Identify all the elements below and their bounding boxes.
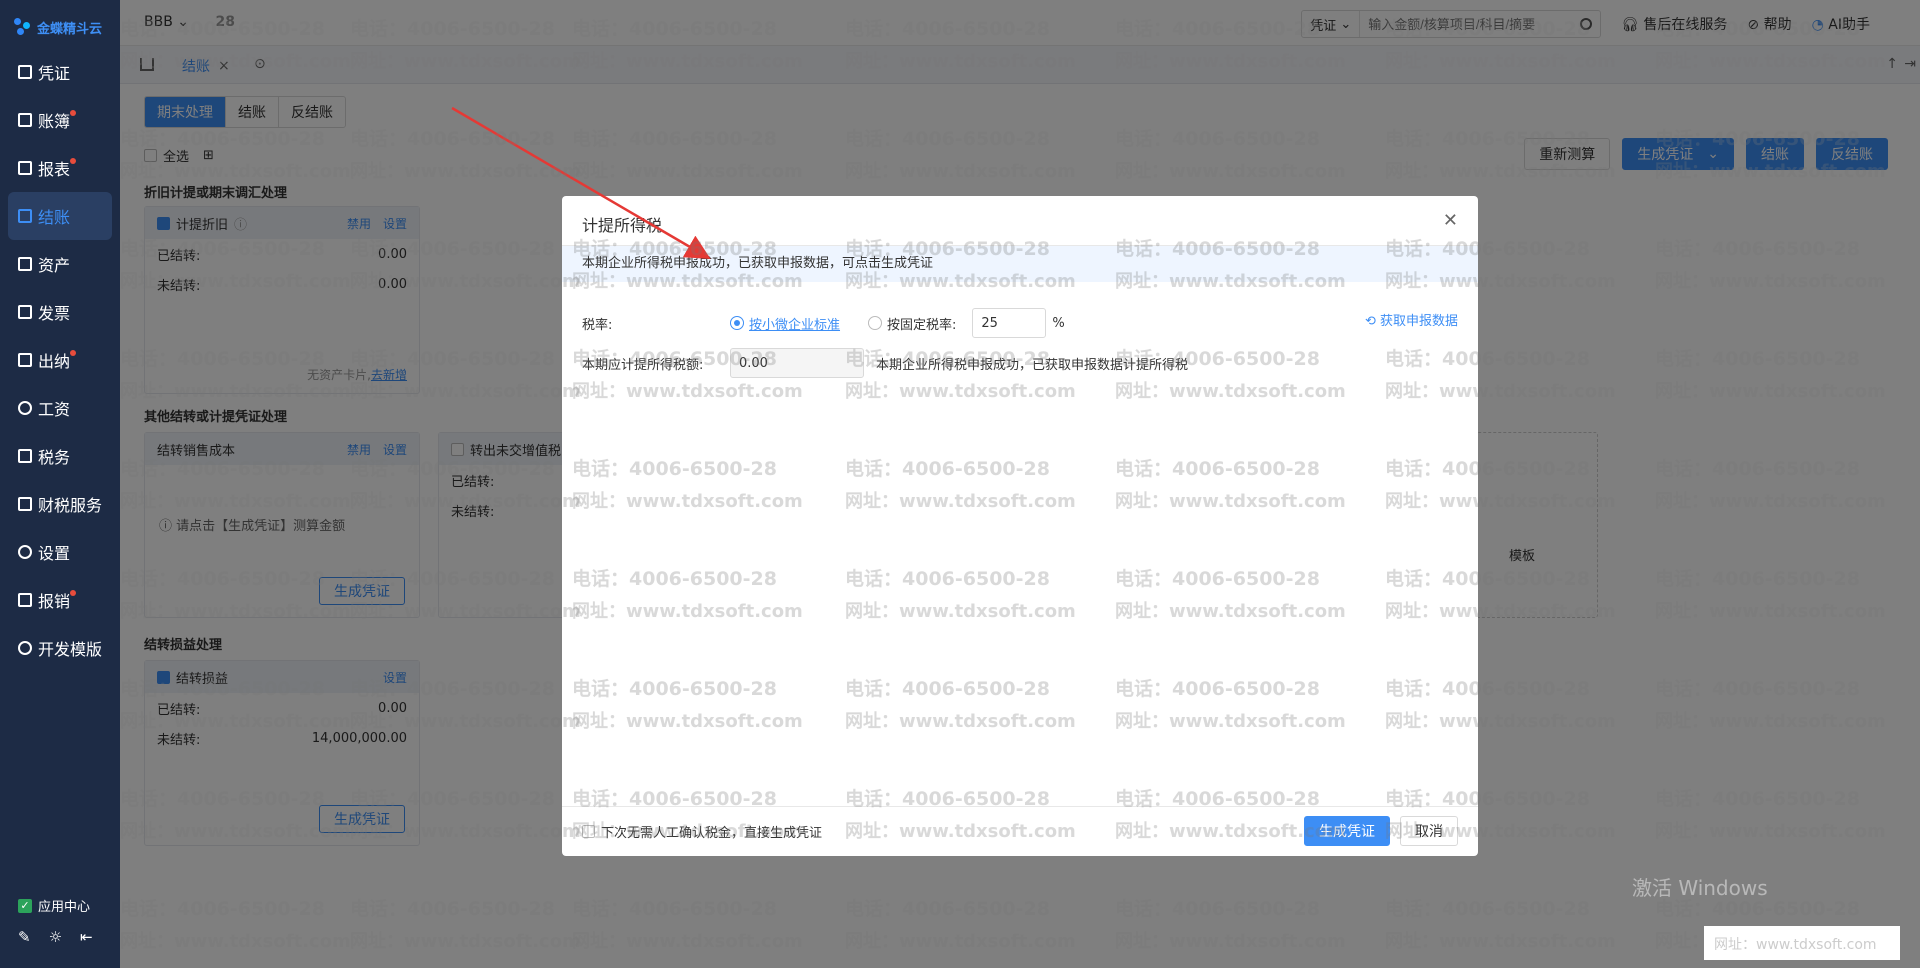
rate-input[interactable]: 25 (972, 308, 1047, 338)
finance-service-icon (18, 497, 32, 511)
income-tax-dialog: 计提所得税 ✕ 本期企业所得税申报成功，已获取申报数据，可点击生成凭证 税率: … (562, 196, 1478, 856)
close-icon[interactable]: ✕ (1443, 210, 1458, 231)
invoice-icon (18, 305, 32, 319)
voucher-icon (18, 65, 32, 79)
sidebar-item-label: 账簿 (38, 112, 71, 131)
logo-text: 金蝶精斗云 (37, 21, 103, 37)
sidebar-item-cashier[interactable]: 出纳 (0, 336, 120, 384)
radio-fixed-rate-dot[interactable] (868, 316, 883, 330)
amount-row: 本期应计提所得税额: 0.00 本期企业所得税申报成功，已获取申报数据计提所得税 (582, 348, 1188, 378)
refresh-icon: ⟲ (1364, 314, 1376, 329)
watermark-strip: 网址：www.tdxsoft.com (1704, 926, 1900, 960)
no-confirm-option[interactable]: 下次无需人工确认税金，直接生成凭证 (582, 822, 822, 841)
collapse-icon[interactable]: ⇤ (80, 928, 93, 946)
sidebar-item-settings[interactable]: 设置 (0, 528, 120, 576)
sidebar-item-label: 开发模版 (38, 640, 103, 659)
no-confirm-checkbox[interactable] (582, 825, 595, 838)
sidebar-item-closing[interactable]: 结账 (8, 192, 112, 240)
sidebar-item-expense[interactable]: 报销 (0, 576, 120, 624)
app-root: 金蝶精斗云 凭证 账簿 报表 结账 资产 发票 出纳 工资 税务 财税服务 设置… (0, 0, 1920, 968)
fetch-declaration-link[interactable]: ⟲ 获取申报数据 (1365, 310, 1458, 329)
sidebar-item-finance-service[interactable]: 财税服务 (0, 480, 120, 528)
sidebar-item-label: 报销 (38, 592, 71, 611)
ledger-icon (18, 113, 32, 127)
generate-voucher-button[interactable]: 生成凭证 (1304, 816, 1390, 846)
expense-icon (18, 593, 32, 607)
sidebar-item-label: 发票 (38, 304, 71, 323)
closing-icon (18, 209, 32, 223)
sidebar-item-label: 凭证 (38, 64, 71, 83)
notification-dot (70, 590, 76, 596)
notification-dot (70, 350, 76, 356)
sun-icon[interactable]: ☼ (49, 928, 62, 946)
sidebar: 金蝶精斗云 凭证 账簿 报表 结账 资产 发票 出纳 工资 税务 财税服务 设置… (0, 0, 120, 968)
cancel-button[interactable]: 取消 (1400, 816, 1458, 846)
radio-fixed-rate-label[interactable]: 按固定税率: (887, 314, 956, 333)
notification-dot (70, 158, 76, 164)
sidebar-item-ledger[interactable]: 账簿 (0, 96, 120, 144)
sidebar-item-dev-template[interactable]: 开发模版 (0, 624, 120, 672)
sidebar-item-label: 结账 (38, 208, 71, 227)
info-icon (18, 641, 32, 655)
sidebar-item-label: 税务 (38, 448, 71, 467)
sidebar-item-label: 财税服务 (38, 496, 103, 515)
sidebar-item-payroll[interactable]: 工资 (0, 384, 120, 432)
divider (562, 806, 1478, 807)
sidebar-bottom-tools: ✎ ☼ ⇤ (18, 928, 93, 946)
amount-label: 本期应计提所得税额: (582, 357, 704, 373)
gear-icon (18, 545, 32, 559)
fetch-label: 获取申报数据 (1379, 314, 1458, 329)
radio-small-business-dot[interactable] (730, 316, 744, 330)
rate-row: 税率: 按小微企业标准 按固定税率: 25 % (582, 308, 1065, 338)
radio-small-business[interactable]: 按小微企业标准 (730, 314, 840, 333)
tax-icon (18, 449, 32, 463)
logo-icon (14, 18, 32, 36)
app-center-label: 应用中心 (38, 900, 91, 915)
report-icon (18, 161, 32, 175)
check-icon: ✓ (18, 898, 32, 913)
dialog-actions: 生成凭证 取消 (1304, 816, 1458, 846)
amount-note: 本期企业所得税申报成功，已获取申报数据计提所得税 (876, 357, 1189, 373)
radio-small-business-label[interactable]: 按小微企业标准 (749, 314, 840, 333)
sidebar-item-label: 报表 (38, 160, 71, 179)
payroll-icon (18, 401, 32, 415)
amount-input[interactable]: 0.00 (730, 348, 864, 378)
radio-fixed-rate[interactable]: 按固定税率: (868, 314, 956, 333)
sidebar-item-reports[interactable]: 报表 (0, 144, 120, 192)
app-center-link[interactable]: ✓ 应用中心 (18, 896, 90, 915)
notification-dot (70, 110, 76, 116)
sidebar-item-invoice[interactable]: 发票 (0, 288, 120, 336)
rate-label: 税率: (582, 317, 613, 333)
cashier-icon (18, 353, 32, 367)
no-confirm-label: 下次无需人工确认税金，直接生成凭证 (601, 826, 823, 841)
assets-icon (18, 257, 32, 271)
edit-icon[interactable]: ✎ (18, 928, 31, 946)
sidebar-item-label: 工资 (38, 400, 71, 419)
sidebar-item-label: 设置 (38, 544, 71, 563)
annotation-arrow (451, 106, 711, 260)
logo: 金蝶精斗云 (14, 14, 102, 40)
sidebar-item-assets[interactable]: 资产 (0, 240, 120, 288)
sidebar-item-label: 出纳 (38, 352, 71, 371)
windows-activation-notice: 激活 Windows (1632, 876, 1768, 900)
sidebar-item-tax[interactable]: 税务 (0, 432, 120, 480)
sidebar-item-label: 资产 (38, 256, 71, 275)
percent-sign: % (1052, 315, 1065, 331)
sidebar-nav: 凭证 账簿 报表 结账 资产 发票 出纳 工资 税务 财税服务 设置 报销 开发… (0, 48, 120, 672)
sidebar-item-voucher[interactable]: 凭证 (0, 48, 120, 96)
